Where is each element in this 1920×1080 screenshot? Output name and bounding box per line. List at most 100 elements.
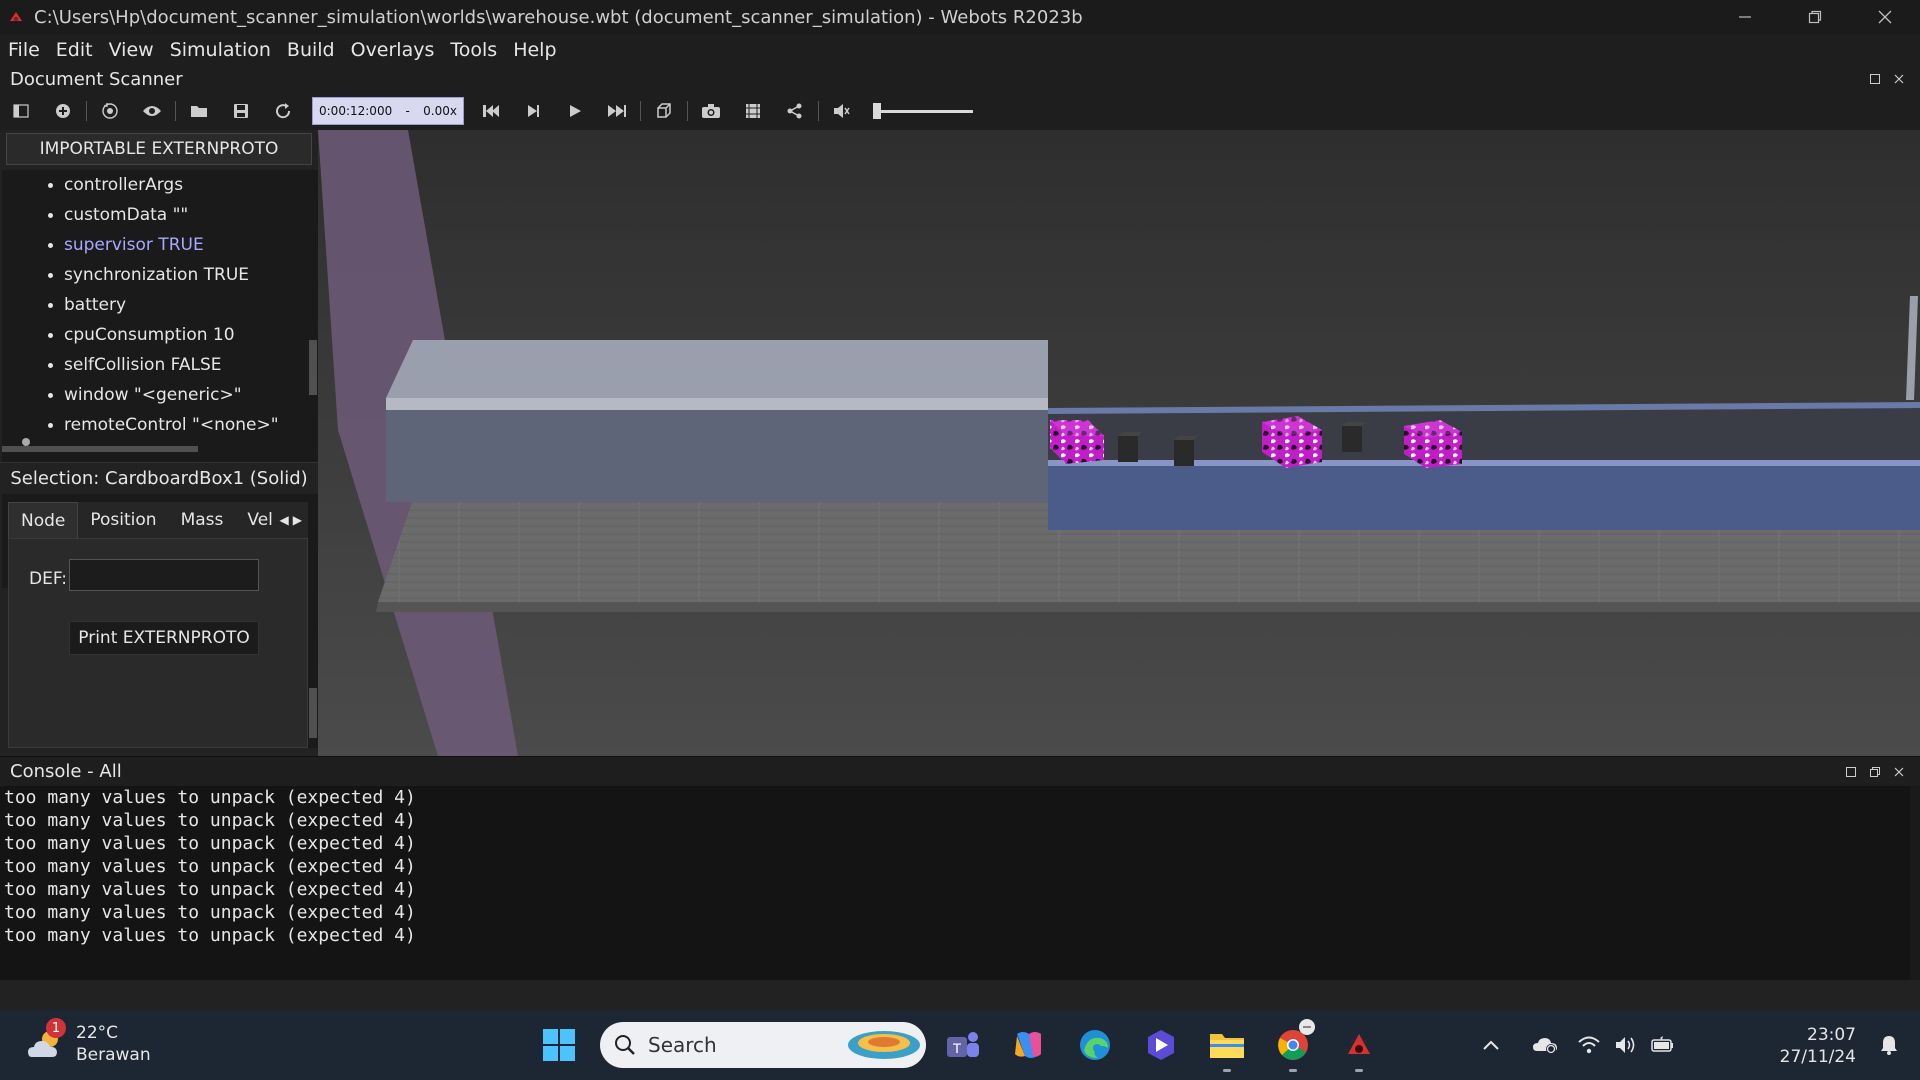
volume-status[interactable] — [1614, 1032, 1640, 1058]
save-world-button[interactable] — [220, 92, 262, 130]
open-world-button[interactable] — [178, 92, 220, 130]
close-icon[interactable] — [1894, 767, 1904, 777]
field-item[interactable]: selfCollision FALSE — [2, 350, 308, 380]
edge-app[interactable] — [1074, 1024, 1116, 1066]
search-label: Search — [648, 1033, 717, 1057]
follow-icon — [102, 103, 118, 119]
clock-date: 27/11/24 — [1779, 1047, 1856, 1067]
print-externproto-button[interactable]: Print EXTERNPROTO — [69, 621, 259, 655]
tab-scroll-left-icon[interactable]: ◀ — [280, 513, 289, 527]
tab-mass[interactable]: Mass — [169, 502, 236, 538]
tree-vscrollbar[interactable] — [308, 170, 318, 588]
importable-externproto-button[interactable]: IMPORTABLE EXTERNPROTO — [6, 133, 312, 165]
console-line: too many values to unpack (expected 4) — [4, 787, 416, 808]
menu-view[interactable]: View — [101, 39, 162, 61]
battery-status[interactable] — [1650, 1032, 1676, 1058]
play-button[interactable] — [554, 92, 596, 130]
console-input-area[interactable] — [0, 980, 1920, 1010]
step-button[interactable] — [512, 92, 554, 130]
running-indicator — [1355, 1069, 1363, 1072]
minimize-button[interactable] — [1710, 0, 1780, 34]
start-button[interactable] — [538, 1024, 580, 1066]
tab-velocity[interactable]: Vel — [235, 502, 275, 538]
simulation-speed: 0.00x — [423, 104, 457, 118]
field-item[interactable]: supervisor TRUE — [2, 230, 308, 260]
toolbar-separator — [687, 101, 688, 121]
console-line: too many values to unpack (expected 4) — [4, 902, 416, 923]
restore-button[interactable] — [1780, 0, 1850, 34]
field-item[interactable]: synchronization TRUE — [2, 260, 308, 290]
play-icon — [570, 105, 581, 117]
menu-tools[interactable]: Tools — [442, 39, 505, 61]
share-button[interactable] — [774, 92, 816, 130]
simulation-time-display: 0:00:12:000 - 0.00x — [312, 97, 464, 125]
view-button[interactable] — [131, 92, 173, 130]
clock[interactable]: 23:07 27/11/24 — [1780, 1024, 1856, 1068]
notifications-button[interactable] — [1876, 1032, 1902, 1058]
float-icon[interactable] — [1870, 74, 1880, 84]
menu-simulation[interactable]: Simulation — [162, 39, 279, 61]
copilot-icon — [1015, 1032, 1041, 1058]
field-label: supervisor TRUE — [64, 235, 204, 255]
console-output[interactable]: too many values to unpack (expected 4) to… — [0, 786, 1920, 980]
menu-edit[interactable]: Edit — [48, 39, 101, 61]
add-node-button[interactable] — [42, 92, 84, 130]
close-window-button[interactable] — [1850, 0, 1920, 34]
follow-object-button[interactable] — [89, 92, 131, 130]
volume-knob[interactable] — [873, 103, 881, 119]
tab-scroll-right-icon[interactable]: ▶ — [293, 513, 302, 527]
maximize-icon[interactable] — [1846, 767, 1856, 777]
menu-help[interactable]: Help — [505, 39, 564, 61]
record-movie-button[interactable] — [732, 92, 774, 130]
weather-widget[interactable]: 1 22°C Berawan — [26, 1018, 151, 1066]
onedrive-status[interactable] — [1532, 1032, 1558, 1058]
console-line: too many values to unpack (expected 4) — [4, 856, 416, 877]
power-automate-app[interactable] — [1140, 1024, 1182, 1066]
field-editor-vscroll-thumb[interactable] — [309, 688, 317, 738]
field-item[interactable]: cpuConsumption 10 — [2, 320, 308, 350]
toolbar-separator — [175, 101, 176, 121]
conveyor-side — [1048, 466, 1920, 530]
mute-button[interactable] — [821, 92, 863, 130]
field-item[interactable]: customData "" — [2, 200, 308, 230]
reset-simulation-button[interactable] — [470, 92, 512, 130]
show-hidden-icons[interactable] — [1478, 1032, 1504, 1058]
console-line: too many values to unpack (expected 4) — [4, 833, 416, 854]
restore-icon — [1808, 10, 1822, 24]
def-input[interactable] — [69, 559, 259, 591]
copilot-app[interactable] — [1008, 1024, 1050, 1066]
field-item[interactable]: battery — [2, 290, 308, 320]
chrome-app[interactable] — [1272, 1019, 1315, 1072]
webots-app[interactable] — [1338, 1024, 1380, 1072]
table-front — [386, 410, 1048, 502]
wifi-status[interactable] — [1576, 1032, 1602, 1058]
tab-position[interactable]: Position — [78, 502, 168, 538]
field-item[interactable]: controllerArgs — [2, 170, 308, 200]
console-vscrollbar[interactable] — [1910, 786, 1920, 980]
menu-build[interactable]: Build — [279, 39, 343, 61]
float-icon[interactable] — [1870, 767, 1880, 777]
tab-node[interactable]: Node — [8, 502, 79, 538]
menu-file[interactable]: File — [0, 39, 48, 61]
scene-tree-icon — [13, 104, 29, 118]
field-item[interactable]: remoteControl "<none>" — [2, 410, 308, 440]
fast-forward-button[interactable] — [596, 92, 638, 130]
menu-overlays[interactable]: Overlays — [343, 39, 443, 61]
3d-view[interactable] — [318, 130, 1920, 756]
weather-text: 22°C Berawan — [76, 1022, 151, 1066]
field-editor-vscrollbar[interactable] — [308, 538, 318, 748]
reload-world-button[interactable] — [262, 92, 304, 130]
tree-hscroll-thumb[interactable] — [2, 446, 198, 452]
running-indicator — [1289, 1069, 1297, 1072]
teams-app[interactable]: T — [942, 1024, 984, 1066]
volume-slider[interactable] — [873, 101, 973, 121]
field-label: remoteControl "<none>" — [64, 415, 279, 435]
screenshot-button[interactable] — [690, 92, 732, 130]
rendering-button[interactable] — [643, 92, 685, 130]
field-item[interactable]: window "<generic>" — [2, 380, 308, 410]
file-explorer-app[interactable] — [1206, 1024, 1248, 1072]
close-icon[interactable] — [1894, 74, 1904, 84]
toggle-scene-tree-button[interactable] — [0, 92, 42, 130]
taskbar-search[interactable]: Search — [600, 1022, 926, 1068]
tree-vscroll-thumb[interactable] — [309, 340, 317, 395]
